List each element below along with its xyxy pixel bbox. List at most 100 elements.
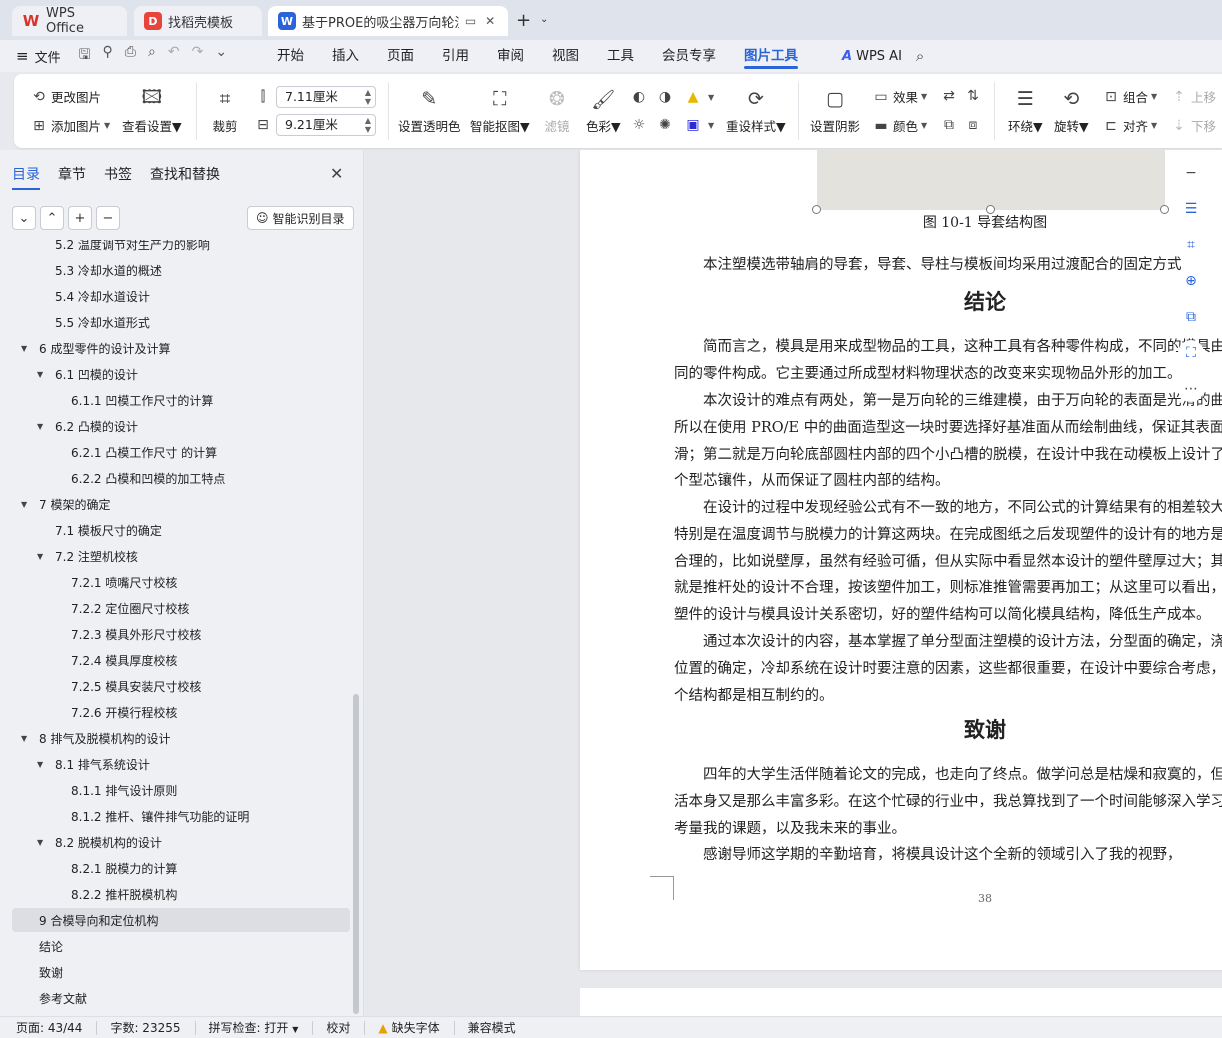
menu-tab-insert[interactable]: 插入 xyxy=(318,40,373,72)
toc-item[interactable]: ▼ 7.2 注塑机校核 xyxy=(12,544,350,568)
tab-current-document[interactable]: W 基于PROE的吸尘器万向轮注塑 ▭ ✕ xyxy=(268,6,508,36)
replace-image-icon[interactable]: ⧉ xyxy=(1178,304,1204,330)
stepper-icon[interactable]: ▲ ▼ xyxy=(365,88,371,106)
toc-item[interactable]: 7.2.5 模具安装尺寸校核 xyxy=(12,674,350,698)
menu-tab-review[interactable]: 审阅 xyxy=(483,40,538,72)
move-up-button[interactable]: ⇡ 上移 xyxy=(1170,87,1216,106)
toc-item[interactable]: 参考文献 xyxy=(12,986,350,1010)
layout-options-icon[interactable]: ☰ xyxy=(1178,196,1204,222)
toc-item[interactable]: 7.2.4 模具厚度校核 xyxy=(12,648,350,672)
toc-item[interactable]: 8.2.2 推杆脱模机构 xyxy=(12,882,350,906)
toc-item[interactable]: 8.1.2 推杆、镶件排气功能的证明 xyxy=(12,804,350,828)
crop-button[interactable]: ⌗ 裁剪 xyxy=(212,86,238,135)
close-icon[interactable]: ✕ xyxy=(330,164,343,183)
nav-tab-toc[interactable]: 目录 xyxy=(12,164,40,190)
color-adjust-button[interactable]: 🖌 色彩▼ xyxy=(586,86,621,135)
tab-wps-office[interactable]: W WPS Office xyxy=(12,6,127,36)
fill-color-button[interactable]: ▬ 颜色 ▼ xyxy=(872,116,927,135)
toc-scrollbar[interactable] xyxy=(353,694,359,1014)
rotate-button[interactable]: ⟲ 旋转▼ xyxy=(1054,86,1089,135)
minus-icon[interactable]: − xyxy=(1178,160,1204,186)
crop-icon[interactable]: ⌗ xyxy=(1178,232,1204,258)
toc-item[interactable]: 7.2.3 模具外形尺寸校核 xyxy=(12,622,350,646)
toc-item[interactable]: 7.1 模板尺寸的确定 xyxy=(12,518,350,542)
group-button[interactable]: ⊡ 组合 ▼ xyxy=(1102,87,1157,106)
add-image-button[interactable]: ⊞ 添加图片 ▼ xyxy=(30,116,110,135)
undo-icon[interactable]: ↶ xyxy=(168,44,180,68)
toc-item[interactable]: 7.2.1 喷嘴尺寸校核 xyxy=(12,570,350,594)
highlight-color-button[interactable]: ▲ ▼ xyxy=(684,88,715,106)
move-down-button[interactable]: ⇣ 下移 xyxy=(1170,116,1216,135)
stepper-icon[interactable]: ▲ ▼ xyxy=(365,116,371,134)
remove-heading-icon[interactable]: − xyxy=(96,206,120,230)
menu-tab-page[interactable]: 页面 xyxy=(373,40,428,72)
share-icon[interactable]: ⚲ xyxy=(103,44,113,68)
toc-item[interactable]: 6.2.2 凸模和凹模的加工特点 xyxy=(12,466,350,490)
save-icon[interactable]: 🖫 xyxy=(79,44,91,68)
expand-triangle-icon[interactable]: ▼ xyxy=(37,422,43,431)
print-icon[interactable]: ⎙ xyxy=(125,44,136,68)
tab-docer-templates[interactable]: D 找稻壳模板 xyxy=(134,6,262,36)
add-heading-icon[interactable]: + xyxy=(68,206,92,230)
collapse-up-icon[interactable]: ⌃ xyxy=(40,206,64,230)
toc-item[interactable]: 7.2.6 开模行程校核 xyxy=(12,700,350,724)
menu-tab-tools[interactable]: 工具 xyxy=(593,40,648,72)
missing-font-button[interactable]: ▲ 缺失字体 xyxy=(362,1019,451,1036)
spell-check-toggle[interactable]: 拼写检查: 打开 ▼ xyxy=(193,1019,311,1036)
extract-image-icon[interactable]: ⛶ xyxy=(1178,340,1204,366)
view-settings-button[interactable]: 🖾 查看设置▼ xyxy=(122,86,182,135)
close-tab-icon[interactable]: ✕ xyxy=(482,14,498,28)
file-menu[interactable]: ≡ 文件 xyxy=(16,47,61,66)
expand-down-icon[interactable]: ⌄ xyxy=(12,206,36,230)
height-input[interactable]: 9.21厘米 ▲ ▼ xyxy=(276,114,376,136)
page-count[interactable]: 页面: 43/44 xyxy=(0,1019,94,1036)
flip-horizontal-icon[interactable]: ⇄ xyxy=(940,87,961,105)
expand-triangle-icon[interactable]: ▼ xyxy=(37,552,43,561)
zoom-image-icon[interactable]: ⊕ xyxy=(1178,268,1204,294)
redo-icon[interactable]: ↷ xyxy=(192,44,204,68)
quick-access-dropdown-icon[interactable]: ⌄ xyxy=(215,44,227,68)
new-tab-plus-icon[interactable]: + xyxy=(516,10,531,31)
toc-item[interactable]: 8.1.1 排气设计原则 xyxy=(12,778,350,802)
send-back-icon[interactable]: ⧈ xyxy=(964,116,985,134)
set-shadow-button[interactable]: ▢ 设置阴影 xyxy=(810,86,860,135)
smart-cutout-button[interactable]: ⛶ 智能抠图▼ xyxy=(470,86,530,135)
width-input[interactable]: 7.11厘米 ▲ ▼ xyxy=(276,86,376,108)
border-color-button[interactable]: ▣ ▼ xyxy=(684,116,714,134)
toc-item[interactable]: 9 合模导向和定位机构 xyxy=(12,908,350,932)
change-image-button[interactable]: ⟲ 更改图片 xyxy=(30,87,101,106)
wps-ai-button[interactable]: A WPS AI xyxy=(842,49,902,64)
document-page[interactable]: 图 10-1 导套结构图 本注塑模选带轴肩的导套，导套、导柱与模板间均采用过渡配… xyxy=(580,150,1222,970)
align-button[interactable]: ⊏ 对齐 ▼ xyxy=(1102,116,1157,135)
nav-tab-bookmarks[interactable]: 书签 xyxy=(104,164,132,190)
menu-tab-references[interactable]: 引用 xyxy=(428,40,483,72)
more-icon[interactable]: ⋯ xyxy=(1178,376,1204,402)
menu-tab-view[interactable]: 视图 xyxy=(538,40,593,72)
toc-item[interactable]: ▼ 6.2 凸模的设计 xyxy=(12,414,350,438)
expand-triangle-icon[interactable]: ▼ xyxy=(37,370,43,379)
toc-item[interactable]: ▼ 8.2 脱模机构的设计 xyxy=(12,830,350,854)
sun-dim-icon[interactable]: ✺ xyxy=(656,116,677,134)
nav-tab-chapters[interactable]: 章节 xyxy=(58,164,86,190)
toc-item[interactable]: 7.2.2 定位圈尺寸校核 xyxy=(12,596,350,620)
chevron-down-icon[interactable]: ⌄ xyxy=(540,14,548,25)
menu-tab-home[interactable]: 开始 xyxy=(263,40,318,72)
smart-toc-button[interactable]: ☺ 智能识别目录 xyxy=(247,206,354,230)
proofread-button[interactable]: 校对 xyxy=(310,1019,362,1036)
brightness-icon[interactable]: ◑ xyxy=(656,88,677,106)
expand-triangle-icon[interactable]: ▼ xyxy=(37,838,43,847)
flip-vertical-icon[interactable]: ⇅ xyxy=(964,87,985,105)
expand-triangle-icon[interactable]: ▼ xyxy=(37,760,43,769)
contrast-icon[interactable]: ◐ xyxy=(630,88,651,106)
filter-button[interactable]: ❂ 滤镜 xyxy=(544,86,570,135)
toc-item[interactable]: 5.5 冷却水道形式 xyxy=(12,310,350,334)
sun-icon[interactable]: ☼ xyxy=(630,116,651,134)
bring-front-icon[interactable]: ⧉ xyxy=(940,116,961,134)
next-page[interactable] xyxy=(580,988,1222,1016)
word-count[interactable]: 字数: 23255 xyxy=(94,1019,192,1036)
toc-item[interactable]: 结论 xyxy=(12,934,350,958)
toc-item[interactable]: ▼ 6 成型零件的设计及计算 xyxy=(12,336,350,360)
menu-tab-member[interactable]: 会员专享 xyxy=(648,40,730,72)
toc-item[interactable]: ▼ 7 模架的确定 xyxy=(12,492,350,516)
search-icon[interactable]: ⌕ xyxy=(916,47,924,65)
